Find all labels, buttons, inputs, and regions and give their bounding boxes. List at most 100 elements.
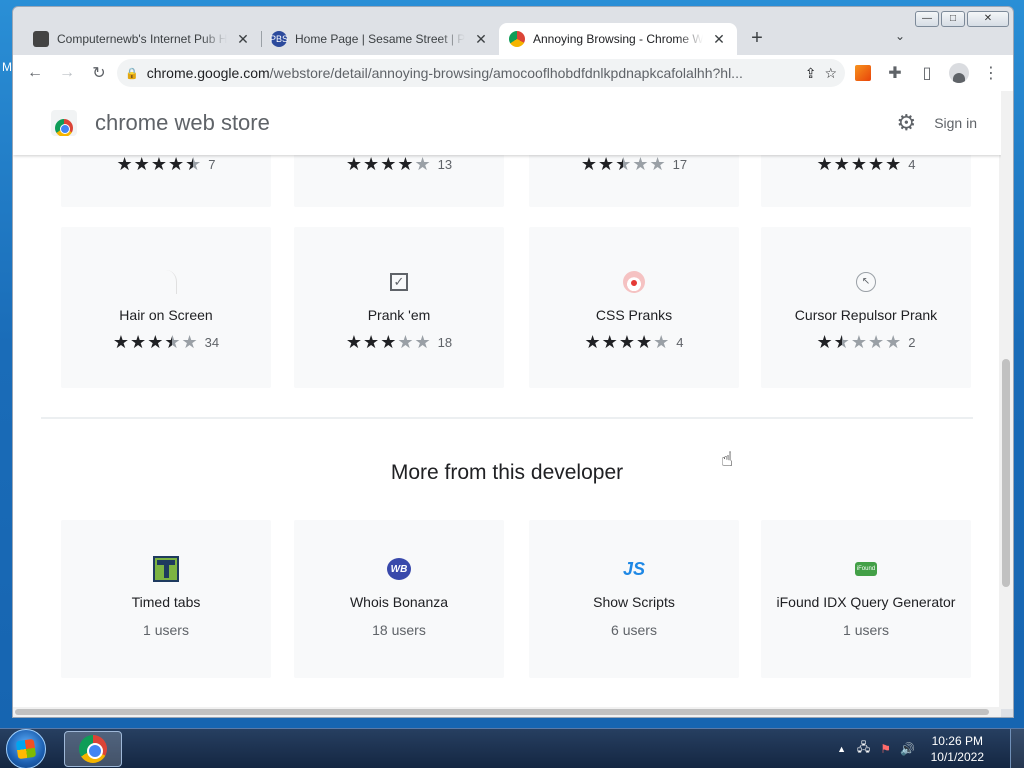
star-icon: ★ (885, 154, 902, 174)
taskbar-chrome-button[interactable] (64, 730, 122, 767)
rating: ★ ★ ★ ★ ★ 13 (294, 155, 504, 173)
timed-tabs-icon (153, 556, 179, 582)
extension-card[interactable]: Timed tabs 1 users (61, 520, 271, 678)
profile-avatar[interactable] (945, 59, 973, 87)
address-bar[interactable]: 🔒 chrome.google.com/webstore/detail/anno… (117, 59, 845, 87)
star-icon: ★ (397, 154, 414, 174)
clock-date: 10/1/2022 (930, 749, 984, 764)
extension-name: Prank 'em (367, 307, 431, 323)
back-button[interactable]: ← (21, 59, 49, 87)
rating-count: 13 (437, 156, 453, 172)
rating-count: 7 (208, 156, 216, 172)
rating: ★ ★ ★ ★ ★ 2 (761, 333, 971, 351)
extension-card[interactable]: Hair on Screen ★ ★ ★ ★ ★ 34 (61, 227, 271, 388)
star-icon: ★ (867, 332, 885, 352)
star-icon: ★ (635, 332, 653, 352)
hair-icon (153, 269, 179, 295)
star-icon: ★ (363, 332, 380, 352)
star-icon: ★ (598, 154, 615, 174)
extension-card[interactable]: ✓ Prank 'em ★ ★ ★ ★ ★ 18 (294, 227, 504, 388)
close-window-button[interactable]: ✕ (967, 11, 1009, 27)
star-icon: ★ (150, 154, 167, 174)
extension-card[interactable]: ↖ Cursor Repulsor Prank ★ ★ ★ ★ ★ 2 (761, 227, 971, 388)
star-icon: ★ (147, 332, 164, 352)
share-icon[interactable]: ⇪ (805, 65, 817, 82)
browser-toolbar: ← → ↻ 🔒 chrome.google.com/webstore/detai… (13, 55, 1013, 91)
sign-in-link[interactable]: Sign in (934, 115, 977, 131)
rating-count: 2 (908, 334, 916, 350)
extension-name: iFound IDX Query Generator (776, 594, 956, 610)
side-panel-icon[interactable]: ▯ (913, 59, 941, 87)
extension-card[interactable]: WB Whois Bonanza 18 users (294, 520, 504, 678)
webstore-logo-icon[interactable] (51, 110, 77, 136)
extension-card[interactable]: JS Show Scripts 6 users (529, 520, 739, 678)
star-icon: ★ (653, 332, 670, 352)
star-icon: ★ (816, 154, 833, 174)
scrollbar-thumb[interactable] (1002, 359, 1010, 587)
windows-logo-icon (15, 738, 37, 759)
star-icon: ★ (816, 332, 833, 352)
page-viewport: chrome web store ⚙ Sign in ★ ★ ★ ★ ★ 7 ★ ★ ★ ★ ★ 1… (13, 91, 1001, 709)
star-icon: ★ (345, 332, 363, 352)
star-icon: ★ (615, 154, 632, 174)
star-icon: ★ (833, 154, 850, 174)
extensions-puzzle-icon[interactable]: ✚ (881, 59, 909, 87)
start-button[interactable] (6, 728, 46, 768)
rating: ★ ★ ★ ★ ★ 7 (61, 155, 271, 173)
maximize-button[interactable]: □ (941, 11, 965, 27)
extension-card[interactable]: iFound iFound IDX Query Generator 1 user… (761, 520, 971, 678)
clock[interactable]: 10:26 PM 10/1/2022 (931, 733, 984, 765)
tab-annoying-browsing[interactable]: Annoying Browsing - Chrome Web Store ✕ (499, 23, 737, 55)
show-desktop-button[interactable] (1010, 729, 1024, 768)
tab-close-icon[interactable]: ✕ (711, 31, 727, 48)
vertical-scrollbar[interactable] (999, 91, 1013, 709)
tab-close-icon[interactable]: ✕ (473, 31, 489, 48)
tab-sesame-street[interactable]: PBS Home Page | Sesame Street | PBS KIDS… (261, 23, 499, 55)
extension-name: Hair on Screen (119, 307, 213, 323)
extension-name: Show Scripts (593, 594, 675, 610)
horizontal-scrollbar[interactable] (13, 707, 1001, 717)
browser-window: — □ ✕ Computernewb's Internet Pub Hub ✕ … (12, 6, 1014, 718)
tab-title: Computernewb's Internet Pub Hub (57, 32, 227, 46)
url-path: /webstore/detail/annoying-browsing/amoco… (269, 65, 743, 81)
show-hidden-icons[interactable]: ▲ (835, 742, 849, 756)
minimize-button[interactable]: — (915, 11, 939, 27)
scrollbar-thumb[interactable] (15, 709, 989, 715)
bookmark-star-icon[interactable]: ☆ (824, 65, 837, 82)
clown-icon (621, 269, 647, 295)
network-icon[interactable]: 🖧 (857, 740, 871, 756)
store-header: chrome web store ⚙ Sign in (13, 91, 1001, 155)
star-icon: ★ (885, 332, 902, 352)
tab-strip: Computernewb's Internet Pub Hub ✕ PBS Ho… (23, 21, 771, 55)
star-icon: ★ (397, 332, 414, 352)
action-center-flag-icon[interactable]: ⚑ (879, 742, 893, 756)
extension-chart-icon[interactable] (849, 59, 877, 87)
new-tab-button[interactable]: + (743, 25, 771, 53)
pub-icon (33, 31, 49, 47)
tab-pub-hub[interactable]: Computernewb's Internet Pub Hub ✕ (23, 23, 261, 55)
forward-button[interactable]: → (53, 59, 81, 87)
reload-button[interactable]: ↻ (85, 59, 113, 87)
volume-icon[interactable]: 🔊 (900, 742, 915, 756)
user-count: 18 users (372, 622, 426, 638)
star-icon: ★ (584, 332, 601, 352)
checkbox-icon: ✓ (386, 269, 412, 295)
extension-card[interactable]: CSS Pranks ★ ★ ★ ★ ★ 4 (529, 227, 739, 388)
star-icon: ★ (850, 154, 867, 174)
gear-icon[interactable]: ⚙ (896, 110, 916, 136)
store-title[interactable]: chrome web store (95, 110, 270, 136)
cursor-icon: ↖ (853, 269, 879, 295)
star-icon: ★ (380, 154, 397, 174)
section-divider (41, 417, 973, 419)
star-icon: ★ (116, 154, 133, 174)
rating: ★ ★ ★ ★ ★ 18 (294, 333, 504, 351)
pbs-icon: PBS (270, 31, 288, 47)
star-icon: ★ (164, 332, 181, 352)
tab-close-icon[interactable]: ✕ (235, 31, 251, 48)
extension-name: CSS Pranks (595, 307, 673, 323)
star-icon: ★ (181, 332, 198, 352)
tab-search-icon[interactable]: ⌄ (895, 29, 905, 43)
js-icon: JS (622, 558, 646, 579)
rating: ★ ★ ★ ★ ★ 4 (761, 155, 971, 173)
chrome-menu-icon[interactable]: ⋮ (977, 59, 1005, 87)
